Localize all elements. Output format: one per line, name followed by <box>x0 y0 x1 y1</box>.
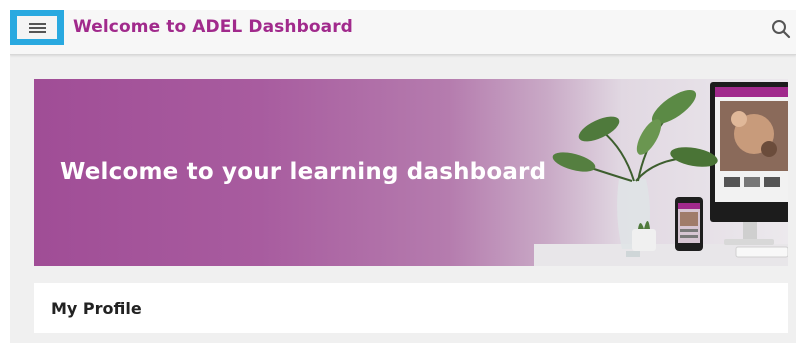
menu-button[interactable] <box>10 10 64 45</box>
welcome-banner: Welcome to your learning dashboard <box>34 79 788 266</box>
dashboard-app: Welcome to ADEL Dashboard Welcome to you… <box>10 10 796 343</box>
search-button[interactable] <box>770 18 792 40</box>
top-app-bar: Welcome to ADEL Dashboard <box>10 10 796 55</box>
hamburger-menu-icon <box>17 16 57 39</box>
banner-heading: Welcome to your learning dashboard <box>60 159 547 185</box>
profile-card-title: My Profile <box>51 299 142 318</box>
my-profile-card[interactable]: My Profile <box>34 283 788 333</box>
page-title: Welcome to ADEL Dashboard <box>73 17 353 37</box>
search-icon <box>772 20 791 39</box>
